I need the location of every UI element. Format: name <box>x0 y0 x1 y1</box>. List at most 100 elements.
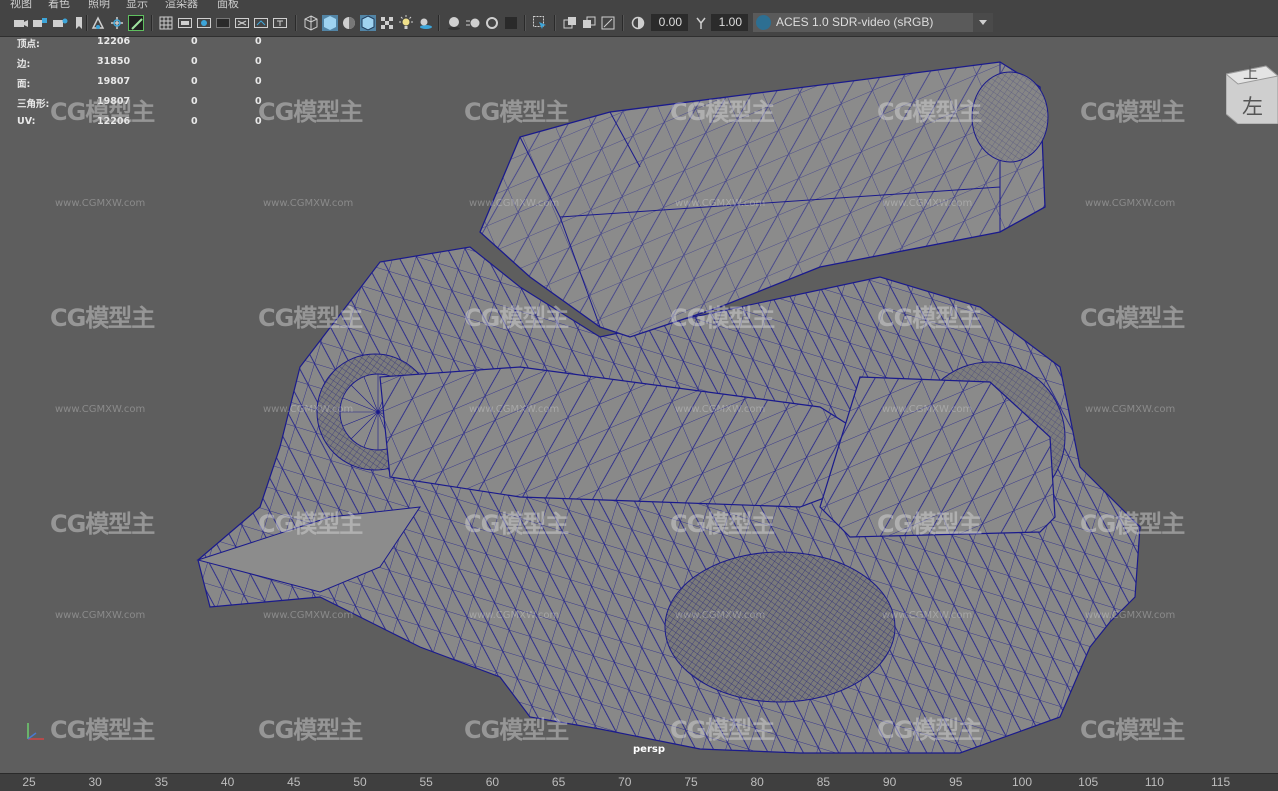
watermark-logo: CG模型主 <box>1080 716 1185 744</box>
xray-active-icon[interactable] <box>581 15 597 31</box>
gate-mask-icon[interactable] <box>215 15 231 31</box>
image-plane-icon[interactable] <box>90 15 106 31</box>
field-chart-icon[interactable] <box>234 15 250 31</box>
timeline-tick: 25 <box>22 775 36 789</box>
hud-value: 0 <box>255 76 262 87</box>
watermark-logo: CG模型主 <box>258 98 363 126</box>
smooth-shade-icon[interactable] <box>322 15 338 31</box>
lights-icon[interactable] <box>398 15 414 31</box>
hud-row-vertices: 顶点: 12206 0 0 <box>17 37 277 56</box>
menu-panels[interactable]: 面板 <box>217 0 239 10</box>
watermark-url: www.CGMXW.com <box>882 610 973 621</box>
watermark-logo: CG模型主 <box>877 716 982 744</box>
wireframe-on-shaded-icon[interactable] <box>360 15 376 31</box>
view-cube[interactable]: 上 左 <box>1224 62 1278 125</box>
watermark-logo: CG模型主 <box>670 716 775 744</box>
chevron-down-icon[interactable] <box>973 13 993 32</box>
view-cube-left[interactable]: 左 <box>1242 91 1263 121</box>
view-cube-top[interactable]: 上 <box>1243 62 1258 83</box>
timeline-tick: 35 <box>154 775 169 789</box>
watermark-url: www.CGMXW.com <box>1085 610 1176 621</box>
menu-show[interactable]: 显示 <box>126 0 148 10</box>
watermark-url: www.CGMXW.com <box>1085 198 1176 209</box>
resolution-gate-icon[interactable] <box>196 15 212 31</box>
depth-of-field-icon[interactable] <box>503 15 519 31</box>
menu-lighting[interactable]: 照明 <box>88 0 110 10</box>
watermark-url: www.CGMXW.com <box>469 404 560 415</box>
hud-value: 19807 <box>97 76 131 87</box>
camera-icon[interactable] <box>13 15 29 31</box>
wireframe-icon[interactable] <box>303 15 319 31</box>
watermark-logo: CG模型主 <box>50 98 155 126</box>
timeline-tick: 95 <box>949 775 963 789</box>
hud-label: 三角形: <box>17 99 50 110</box>
timeline-tick: 105 <box>1078 775 1099 789</box>
watermark-logo: CG模型主 <box>877 510 982 538</box>
watermark-logo: CG模型主 <box>258 510 363 538</box>
gamma-field[interactable]: 1.00 <box>711 14 748 31</box>
timeline-tick: 75 <box>684 775 698 789</box>
watermark-logo: CG模型主 <box>1080 304 1185 332</box>
hud-value: 0 <box>255 56 262 67</box>
watermark-logo: CG模型主 <box>50 304 155 332</box>
hud-label: 顶点: <box>17 39 40 50</box>
viewport-persp[interactable]: 顶点: 12206 0 0 边: 31850 0 0 面: 19807 0 0 … <box>0 37 1278 773</box>
xray-icon[interactable] <box>562 15 578 31</box>
use-default-material-icon[interactable] <box>341 15 357 31</box>
hud-value: 0 <box>191 56 198 67</box>
screen-ambient-occlusion-icon[interactable] <box>446 15 462 31</box>
watermark-url: www.CGMXW.com <box>675 610 766 621</box>
menu-shading[interactable]: 着色 <box>48 0 70 10</box>
watermark-logo: CG模型主 <box>670 510 775 538</box>
time-slider[interactable]: 25 30 35 40 45 50 55 60 65 70 75 80 85 90 95 100 105 110 1… <box>0 773 1278 791</box>
shadows-icon[interactable] <box>417 15 433 31</box>
anti-aliasing-icon[interactable] <box>484 15 500 31</box>
film-gate-icon[interactable] <box>177 15 193 31</box>
watermark-url: www.CGMXW.com <box>469 198 560 209</box>
timeline-tick: 80 <box>750 775 764 789</box>
grid-icon[interactable] <box>158 15 174 31</box>
textured-icon[interactable] <box>379 15 395 31</box>
hud-value: 0 <box>191 116 198 127</box>
watermark-logo: CG模型主 <box>464 716 569 744</box>
color-management-icon[interactable] <box>756 15 771 30</box>
camera-attr-icon[interactable] <box>32 15 48 31</box>
camera-label: persp <box>633 744 665 755</box>
menu-bar: 视图 着色 照明 显示 渲染器 面板 <box>0 0 1278 10</box>
xray-joints-icon[interactable] <box>600 15 616 31</box>
watermark-url: www.CGMXW.com <box>882 198 973 209</box>
draw-tool-icon[interactable] <box>128 15 144 31</box>
safe-action-icon[interactable] <box>253 15 269 31</box>
color-space-dropdown[interactable]: ACES 1.0 SDR-video (sRGB) <box>753 13 993 32</box>
menu-view[interactable]: 视图 <box>10 0 32 10</box>
watermark-url: www.CGMXW.com <box>469 610 560 621</box>
hud-row-edges: 边: 31850 0 0 <box>17 56 277 76</box>
timeline-tick: 30 <box>88 775 102 789</box>
timeline-tick: 115 <box>1211 775 1231 789</box>
watermark-logo: CG模型主 <box>1080 98 1185 126</box>
timeline-tick: 40 <box>220 775 235 789</box>
hud-label: UV: <box>17 116 36 127</box>
move-pivot-icon[interactable] <box>109 15 125 31</box>
watermark-url: www.CGMXW.com <box>882 404 973 415</box>
timeline-tick: 50 <box>353 775 367 789</box>
menu-renderer[interactable]: 渲染器 <box>165 0 198 10</box>
watermark-logo: CG模型主 <box>50 716 155 744</box>
watermark-logo: CG模型主 <box>1080 510 1185 538</box>
isolate-select-icon[interactable] <box>532 15 548 31</box>
watermark-url: www.CGMXW.com <box>263 610 354 621</box>
bookmark-icon[interactable] <box>71 15 87 31</box>
watermark-logo: CG模型主 <box>464 304 569 332</box>
watermark-url: www.CGMXW.com <box>1085 404 1176 415</box>
camera-bookmark-icon[interactable] <box>52 15 68 31</box>
watermark-logo: CG模型主 <box>670 98 775 126</box>
exposure-icon[interactable] <box>630 15 646 31</box>
watermark-logo: CG模型主 <box>670 304 775 332</box>
hud-value: 31850 <box>97 56 131 67</box>
gamma-icon[interactable] <box>693 15 709 31</box>
timeline-tick: 110 <box>1144 775 1164 789</box>
safe-title-icon[interactable] <box>272 15 288 31</box>
timeline-tick: 65 <box>551 775 566 789</box>
exposure-field[interactable]: 0.00 <box>651 14 688 31</box>
motion-blur-icon[interactable] <box>465 15 481 31</box>
